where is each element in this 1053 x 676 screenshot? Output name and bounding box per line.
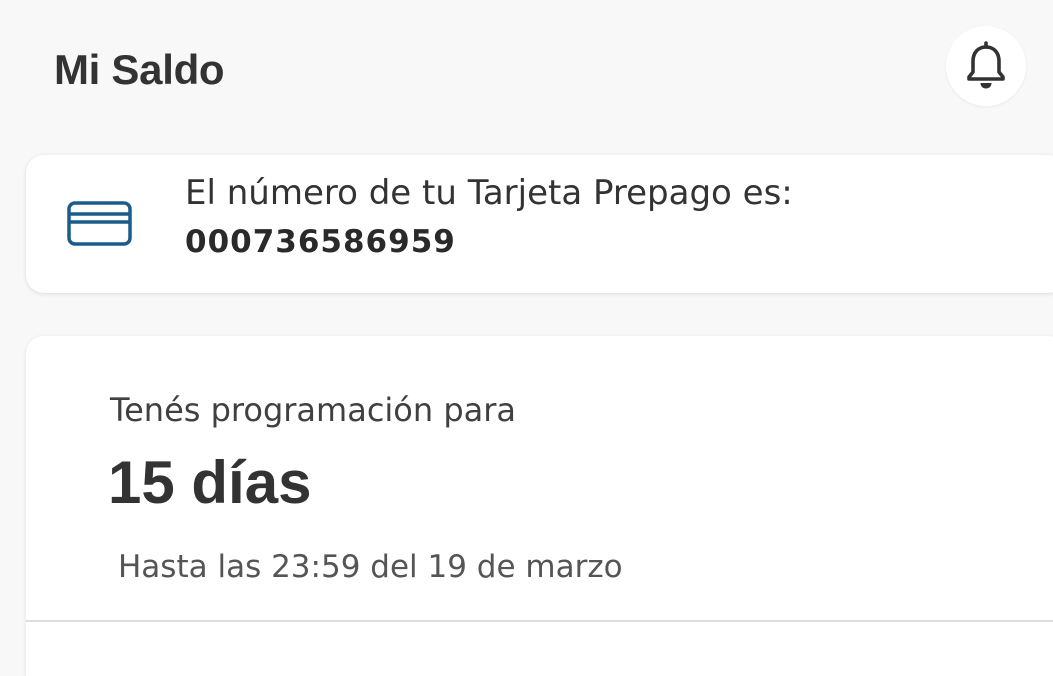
card-number-label: El número de tu Tarjeta Prepago es: xyxy=(185,173,793,213)
page-title: Mi Saldo xyxy=(54,46,225,93)
notifications-button[interactable] xyxy=(946,26,1026,106)
app-header: Mi Saldo xyxy=(0,0,1053,140)
schedule-label: Tenés programación para xyxy=(110,391,517,429)
credit-card-icon xyxy=(66,199,134,249)
schedule-days-value: 15 días xyxy=(108,449,312,516)
card-number-value: 000736586959 xyxy=(185,224,456,260)
divider xyxy=(26,620,1053,622)
bell-icon xyxy=(967,41,1005,89)
schedule-expiry: Hasta las 23:59 del 19 de marzo xyxy=(118,549,623,585)
